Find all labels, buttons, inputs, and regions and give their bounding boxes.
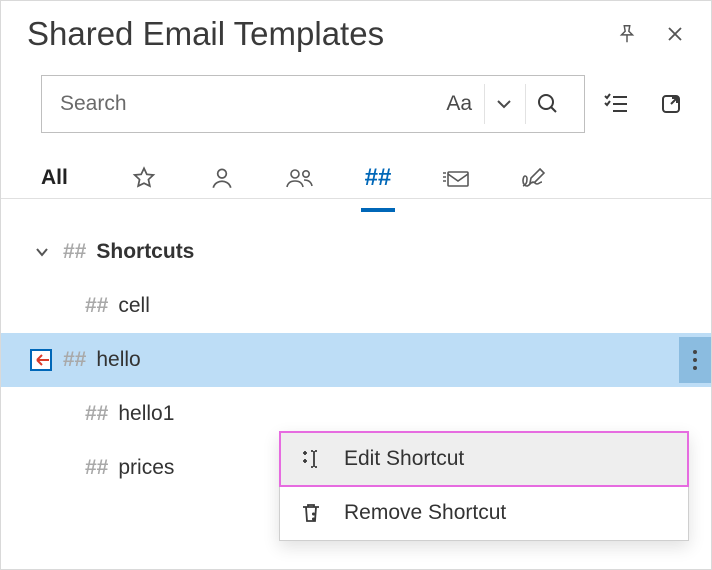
panel-title: Shared Email Templates xyxy=(27,15,613,53)
close-icon[interactable] xyxy=(661,20,689,48)
folder-label: Shortcuts xyxy=(96,240,194,264)
hash-icon: ## xyxy=(365,164,392,192)
item-label: prices xyxy=(118,456,174,480)
menu-item-edit-shortcut[interactable]: Edit Shortcut xyxy=(280,432,688,486)
tab-shortcuts[interactable]: ## xyxy=(339,145,417,211)
search-box: Aa xyxy=(41,75,585,133)
search-adornments: Aa xyxy=(436,84,570,124)
hash-icon: ## xyxy=(85,402,108,426)
menu-item-label: Edit Shortcut xyxy=(344,447,464,471)
hash-icon: ## xyxy=(63,240,86,264)
hash-icon: ## xyxy=(85,294,108,318)
toolbar-right xyxy=(603,90,685,118)
header: Shared Email Templates xyxy=(1,1,711,59)
menu-item-label: Remove Shortcut xyxy=(344,501,506,525)
search-input[interactable] xyxy=(58,91,436,117)
list-item[interactable]: ## cell xyxy=(1,279,711,333)
tab-signatures[interactable] xyxy=(495,145,573,211)
pin-icon[interactable] xyxy=(613,20,641,48)
tab-mail-templates[interactable] xyxy=(417,145,495,211)
insert-icon xyxy=(29,348,53,372)
menu-item-remove-shortcut[interactable]: Remove Shortcut xyxy=(280,486,688,540)
item-label: cell xyxy=(118,294,150,318)
open-external-icon[interactable] xyxy=(657,90,685,118)
context-menu: Edit Shortcut Remove Shortcut xyxy=(279,431,689,541)
chevron-down-icon[interactable] xyxy=(31,241,53,263)
folder-row-shortcuts[interactable]: ## Shortcuts xyxy=(1,225,711,279)
item-label: hello1 xyxy=(118,402,174,426)
list-item-selected[interactable]: ## hello xyxy=(1,333,711,387)
hash-icon: ## xyxy=(85,456,108,480)
match-case-toggle[interactable]: Aa xyxy=(436,84,482,124)
search-icon[interactable] xyxy=(525,84,570,124)
item-label: hello xyxy=(96,348,140,372)
search-row: Aa xyxy=(1,59,711,133)
tab-all[interactable]: All xyxy=(41,145,105,211)
tab-favorites[interactable] xyxy=(105,145,183,211)
more-button[interactable] xyxy=(679,337,711,383)
panel-root: Shared Email Templates Aa xyxy=(0,0,712,570)
tab-team[interactable] xyxy=(261,145,339,211)
hash-icon: ## xyxy=(63,348,86,372)
edit-shortcut-icon xyxy=(298,446,324,472)
tasklist-icon[interactable] xyxy=(603,90,631,118)
header-actions xyxy=(613,20,689,48)
remove-shortcut-icon xyxy=(298,500,324,526)
filter-tabs: All ## xyxy=(1,133,711,199)
tab-personal[interactable] xyxy=(183,145,261,211)
search-scope-dropdown[interactable] xyxy=(484,84,523,124)
